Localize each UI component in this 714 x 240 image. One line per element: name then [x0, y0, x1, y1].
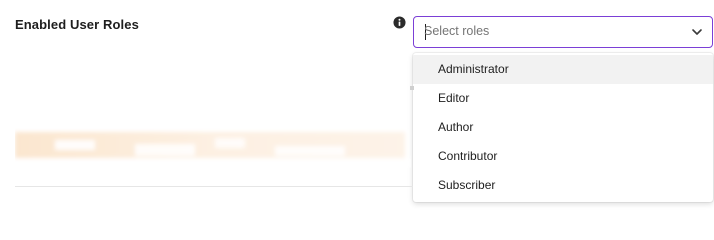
- role-option-administrator[interactable]: Administrator: [413, 55, 713, 84]
- role-option-author[interactable]: Author: [413, 113, 713, 142]
- info-circle-icon[interactable]: [393, 16, 406, 29]
- role-option-contributor[interactable]: Contributor: [413, 142, 713, 171]
- chevron-down-icon[interactable]: [690, 25, 704, 39]
- enabled-user-roles-label: Enabled User Roles: [15, 17, 139, 32]
- role-option-editor[interactable]: Editor: [413, 84, 713, 113]
- roles-search-input[interactable]: Select roles: [424, 17, 489, 46]
- roles-dropdown-menu: Administrator Editor Author Contributor …: [413, 53, 713, 202]
- roles-select[interactable]: Select roles: [413, 16, 713, 48]
- blurred-background-content: [15, 132, 411, 168]
- settings-panel: Enabled User Roles Select roles Administ…: [0, 0, 714, 205]
- section-divider: [15, 186, 413, 187]
- role-option-subscriber[interactable]: Subscriber: [413, 171, 713, 200]
- faint-mark: [410, 86, 414, 90]
